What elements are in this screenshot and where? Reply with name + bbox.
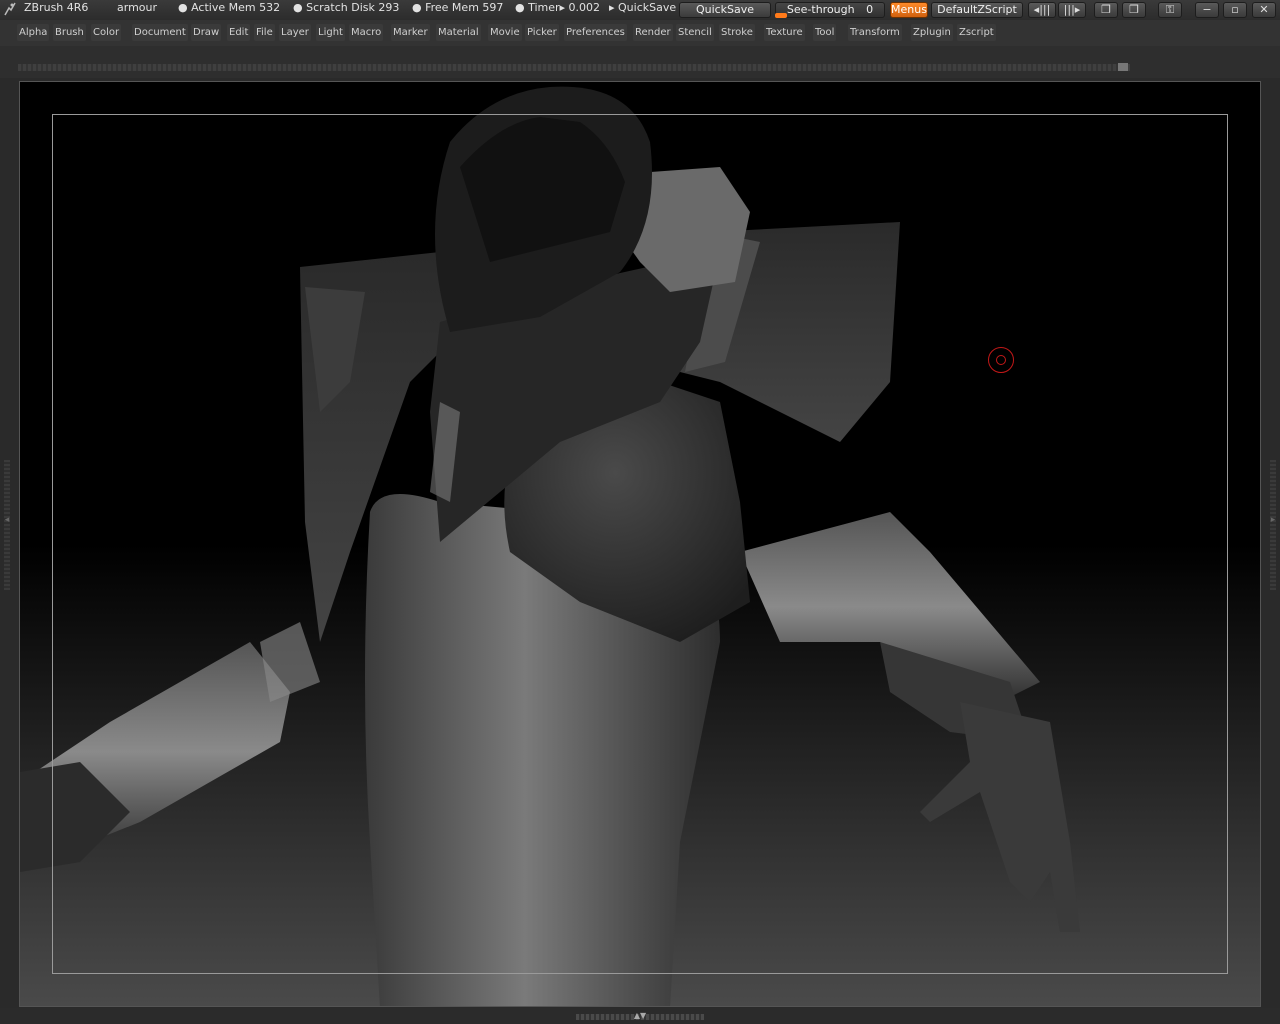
brush-cursor-icon — [988, 347, 1014, 373]
zbrush-logo-icon — [4, 2, 16, 16]
menu-edit[interactable]: Edit — [227, 24, 251, 41]
restore-layout-a-button[interactable]: ❐ — [1094, 2, 1118, 18]
menu-light[interactable]: Light — [316, 24, 345, 41]
menu-preferences[interactable]: Preferences — [564, 24, 627, 41]
menu-zplugin[interactable]: Zplugin — [911, 24, 953, 41]
minimize-button[interactable]: − — [1195, 2, 1219, 18]
quicksave-status: ▸ QuickSave — [609, 1, 677, 14]
menu-layer[interactable]: Layer — [279, 24, 311, 41]
menu-material[interactable]: Material — [436, 24, 481, 41]
top-shelf-scroll-handle[interactable] — [1118, 63, 1128, 71]
see-through-slider-knob[interactable] — [775, 13, 787, 18]
menu-render[interactable]: Render — [633, 24, 673, 41]
see-through-slider[interactable]: See-through 0 — [775, 2, 885, 18]
menu-color[interactable]: Color — [91, 24, 122, 41]
left-tray-arrow-icon[interactable]: ◂ — [3, 510, 11, 530]
menus-toggle-button[interactable]: Menus — [890, 2, 928, 18]
menu-stencil[interactable]: Stencil — [676, 24, 714, 41]
menu-texture[interactable]: Texture — [764, 24, 805, 41]
menu-brush[interactable]: Brush — [53, 24, 86, 41]
free-mem: ● Free Mem 597 — [412, 1, 504, 14]
menu-zscript[interactable]: Zscript — [957, 24, 996, 41]
menu-alpha[interactable]: Alpha — [17, 24, 50, 41]
menu-tool[interactable]: Tool — [813, 24, 837, 41]
menu-movie[interactable]: Movie — [488, 24, 522, 41]
menu-draw[interactable]: Draw — [191, 24, 222, 41]
restore-layout-b-button[interactable]: ❐ — [1122, 2, 1146, 18]
see-through-value: 0 — [866, 3, 874, 16]
menu-macro[interactable]: Macro — [349, 24, 384, 41]
scratch-disk: ● Scratch Disk 293 — [293, 1, 400, 14]
app-name: ZBrush 4R6 — [24, 1, 89, 14]
title-bar: ZBrush 4R6 armour ● Active Mem 532 ● Scr… — [0, 0, 1280, 20]
document-canvas[interactable] — [19, 81, 1261, 1007]
maximize-button[interactable]: ▫ — [1223, 2, 1247, 18]
menu-transform[interactable]: Transform — [848, 24, 902, 41]
layout-next-button[interactable]: |||▸ — [1058, 2, 1086, 18]
top-shelf — [0, 46, 1280, 78]
menu-document[interactable]: Document — [132, 24, 188, 41]
quicksave-button[interactable]: QuickSave — [679, 2, 771, 18]
layout-prev-button[interactable]: ◂||| — [1028, 2, 1056, 18]
see-through-label: See-through — [786, 3, 855, 16]
menu-file[interactable]: File — [254, 24, 275, 41]
close-button[interactable]: ✕ — [1252, 2, 1276, 18]
default-zscript-button[interactable]: DefaultZScript — [931, 2, 1023, 18]
document-name: armour — [117, 1, 158, 14]
right-tray-arrow-icon[interactable]: ▸ — [1269, 510, 1277, 530]
document-frame — [52, 114, 1228, 974]
active-mem: ● Active Mem 532 — [178, 1, 281, 14]
lock-icon[interactable]: ⚿ — [1158, 2, 1182, 18]
bottom-tray-arrows-icon[interactable]: ▲▼ — [628, 1010, 652, 1022]
main-menu-bar: Alpha Brush Color Document Draw Edit Fil… — [0, 20, 1280, 46]
timer: ● Timer▸ 0.002 — [515, 1, 601, 14]
top-shelf-scroll-track[interactable] — [18, 64, 1130, 71]
menu-marker[interactable]: Marker — [391, 24, 430, 41]
menu-picker[interactable]: Picker — [525, 24, 559, 41]
menu-stroke[interactable]: Stroke — [719, 24, 755, 41]
